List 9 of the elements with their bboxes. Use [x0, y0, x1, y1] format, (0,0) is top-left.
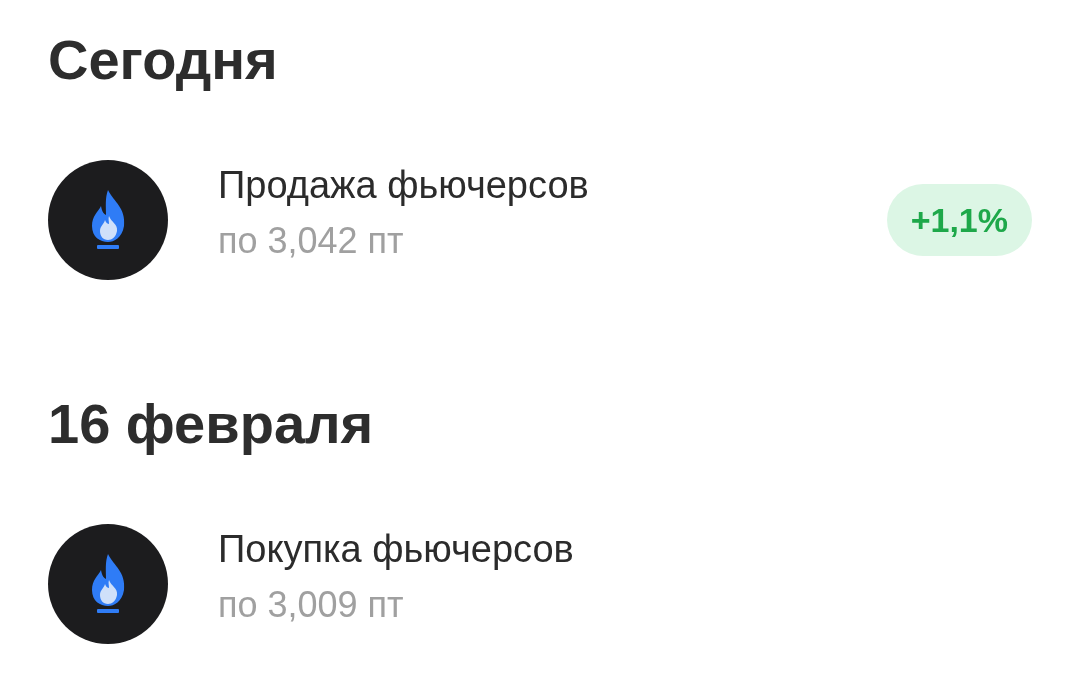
operation-price: по 3,042 пт [218, 219, 405, 263]
change-badge: +1,1% [886, 184, 1032, 256]
flame-icon [48, 524, 168, 644]
operation-price: по 3,009 пт [218, 583, 405, 627]
date-heading: Сегодня [48, 27, 279, 93]
date-heading: 16 февраля [48, 391, 375, 457]
operation-title: Продажа фьючерсов [218, 163, 590, 208]
operation-title: Покупка фьючерсов [218, 527, 575, 572]
flame-icon [48, 160, 168, 280]
